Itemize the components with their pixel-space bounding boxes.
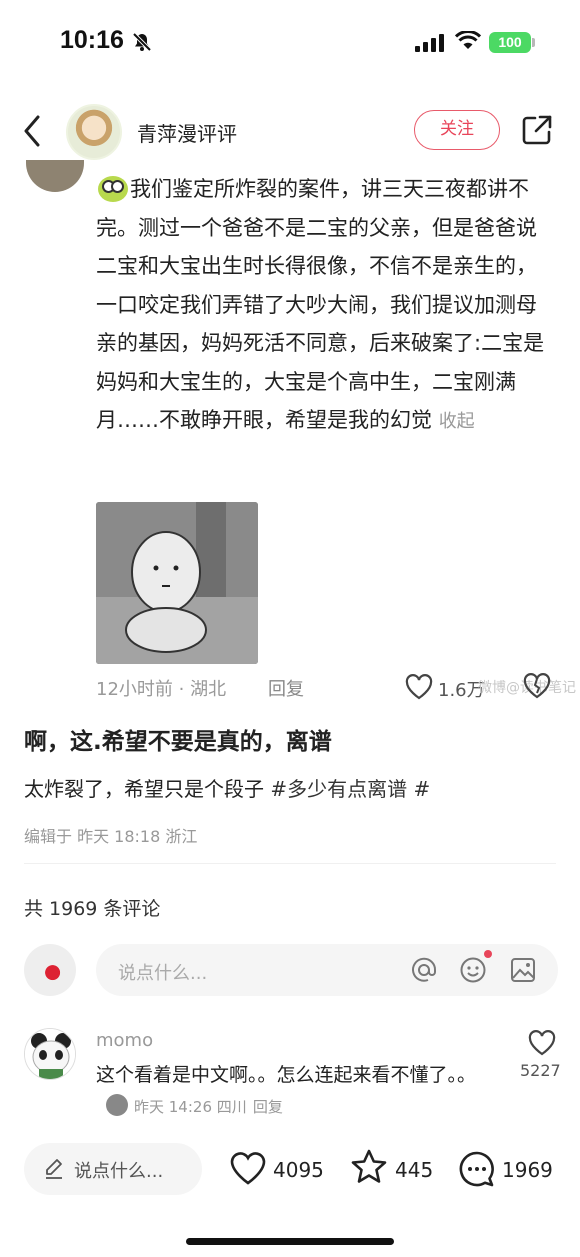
comment-input[interactable]: 说点什么...	[96, 944, 558, 996]
collapse-link[interactable]: 收起	[439, 411, 475, 432]
top-comment-like-count: 5227	[520, 1061, 561, 1080]
image-icon[interactable]	[509, 956, 537, 984]
chat-icon[interactable]	[458, 1150, 496, 1188]
emoji-icon[interactable]	[459, 956, 487, 984]
pencil-icon	[46, 1159, 62, 1179]
post-tag[interactable]: #多少有点离谱 #	[270, 777, 430, 801]
comment-username[interactable]: momo	[96, 1030, 153, 1051]
post-comment-count: 1969	[502, 1158, 553, 1182]
top-comment-meta: 昨天 14:26 四川	[134, 1098, 247, 1116]
dislike-heart-icon[interactable]	[523, 673, 551, 699]
user-avatar[interactable]	[24, 944, 76, 996]
bell-off-icon	[132, 32, 152, 52]
edit-info: 编辑于 昨天 18:18 浙江	[24, 827, 198, 846]
wifi-icon	[455, 31, 481, 49]
at-icon[interactable]	[410, 956, 438, 984]
top-comment-text: 这个看着是中文啊。。怎么连起来看不懂了。。	[96, 1064, 477, 1086]
back-icon[interactable]	[22, 114, 42, 148]
sticker-art	[96, 502, 258, 664]
top-comment-body: 这个看着是中文啊。。怎么连起来看不懂了。。昨天 14:26 四川 回复	[96, 1060, 496, 1123]
author-name[interactable]: 青萍漫评评	[137, 118, 237, 147]
panda-avatar-art	[25, 1029, 75, 1079]
comment-count: 共 1969 条评论	[24, 898, 161, 920]
signal-icon	[415, 34, 444, 52]
commenter-avatar-momo[interactable]	[24, 1028, 76, 1080]
comment-input-placeholder: 说点什么...	[118, 963, 208, 984]
follow-button[interactable]: 关注	[414, 110, 500, 150]
notification-dot	[484, 950, 492, 958]
sticker-image[interactable]	[96, 502, 258, 664]
battery-indicator: 100	[489, 32, 531, 53]
nav-header: 青萍漫评评 关注	[0, 100, 580, 164]
post-star-count: 445	[395, 1158, 434, 1182]
post-desc-text: 太炸裂了，希望只是个段子	[24, 777, 264, 801]
post-like-count: 4095	[273, 1158, 324, 1182]
commenter-avatar[interactable]	[26, 160, 84, 192]
share-icon[interactable]	[521, 114, 553, 146]
battery-tip	[532, 38, 535, 47]
status-time: 10:16	[60, 26, 124, 54]
comment-text: 我们鉴定所炸裂的案件，讲三天三夜都讲不完。测过一个爸爸不是二宝的父亲，但是爸爸说…	[96, 170, 556, 442]
bottom-comment-input[interactable]: 说点什么...	[24, 1143, 202, 1195]
heart-icon[interactable]	[528, 1030, 556, 1056]
home-indicator[interactable]	[186, 1238, 394, 1245]
heart-icon[interactable]	[405, 674, 433, 700]
star-icon[interactable]	[350, 1148, 388, 1186]
post-title: 啊，这.希望不要是真的，离谱	[24, 729, 332, 755]
reply-button[interactable]: 回复	[268, 675, 304, 701]
top-comment-reply[interactable]: 回复	[253, 1098, 283, 1116]
comment-meta: 12小时前 · 湖北	[96, 679, 227, 700]
divider	[24, 863, 556, 864]
bottom-input-label: 说点什么...	[74, 1161, 164, 1182]
author-avatar[interactable]	[66, 104, 122, 160]
heart-icon[interactable]	[229, 1150, 267, 1186]
comment-body: 我们鉴定所炸裂的案件，讲三天三夜都讲不完。测过一个爸爸不是二宝的父亲，但是爸爸说…	[96, 177, 545, 432]
post-description: 太炸裂了，希望只是个段子 #多少有点离谱 #	[24, 773, 430, 802]
status-bar: 10:16 100	[0, 0, 580, 90]
emoji-sticker-icon	[106, 1094, 128, 1116]
